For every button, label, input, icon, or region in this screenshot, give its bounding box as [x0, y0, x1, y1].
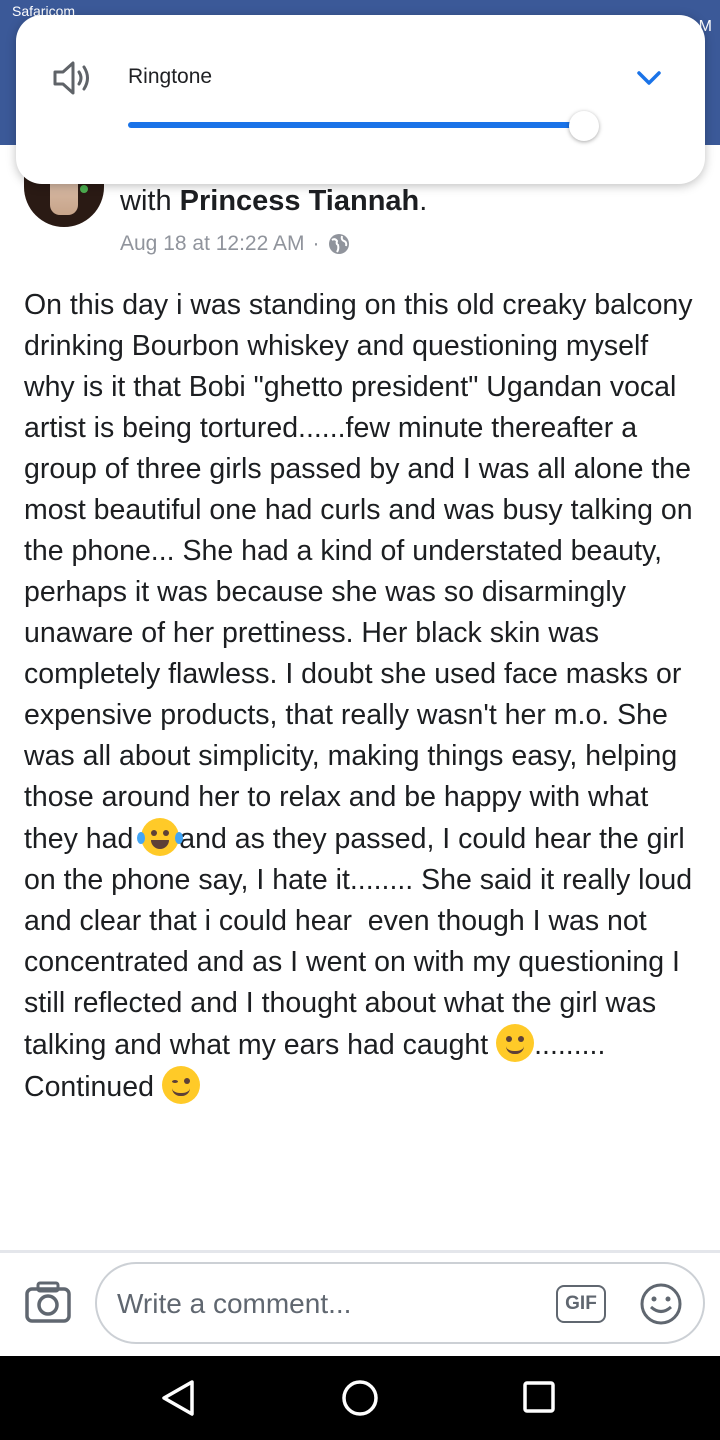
winking-emoji: [161, 1066, 200, 1104]
with-prefix: with: [120, 185, 180, 217]
divider: [0, 1250, 720, 1253]
volume-panel: Ringtone: [16, 15, 705, 184]
tagged-with-line: with Princess Tiannah.: [120, 185, 427, 218]
speaker-icon[interactable]: [52, 59, 94, 97]
tagged-person-link[interactable]: Princess Tiannah: [180, 185, 420, 217]
sticker-smile-icon[interactable]: [639, 1282, 683, 1326]
chevron-down-icon[interactable]: [636, 67, 662, 89]
post-timestamp[interactable]: Aug 18 at 12:22 AM: [120, 232, 304, 256]
post-meta: Aug 18 at 12:22 AM ·: [120, 232, 351, 256]
volume-slider-track[interactable]: [128, 122, 584, 128]
smiling-emoji: [496, 1024, 535, 1062]
back-icon[interactable]: [160, 1378, 196, 1418]
meta-separator: ·: [312, 232, 320, 255]
post-text: and as they passed, I could hear the gir…: [24, 823, 700, 1061]
avatar-decoration: [80, 185, 88, 193]
volume-stream-label: Ringtone: [128, 65, 213, 88]
comment-placeholder: Write a comment...: [117, 1288, 352, 1319]
comment-input[interactable]: Write a comment... GIF: [95, 1262, 705, 1344]
recents-icon[interactable]: [522, 1380, 556, 1414]
camera-icon[interactable]: [24, 1280, 72, 1324]
home-icon[interactable]: [340, 1378, 380, 1418]
system-nav-bar: [0, 1356, 720, 1440]
post-body: On this day i was standing on this old c…: [24, 285, 704, 1108]
with-suffix: .: [419, 185, 428, 217]
volume-slider-thumb[interactable]: [569, 111, 599, 141]
laughing-tears-emoji: [137, 818, 184, 856]
gif-button[interactable]: GIF: [556, 1285, 606, 1323]
globe-icon: [329, 234, 350, 254]
screen: Safaricom M with Princess Tiannah. Aug 1…: [0, 0, 720, 1440]
post-text: On this day i was standing on this old c…: [24, 289, 701, 855]
